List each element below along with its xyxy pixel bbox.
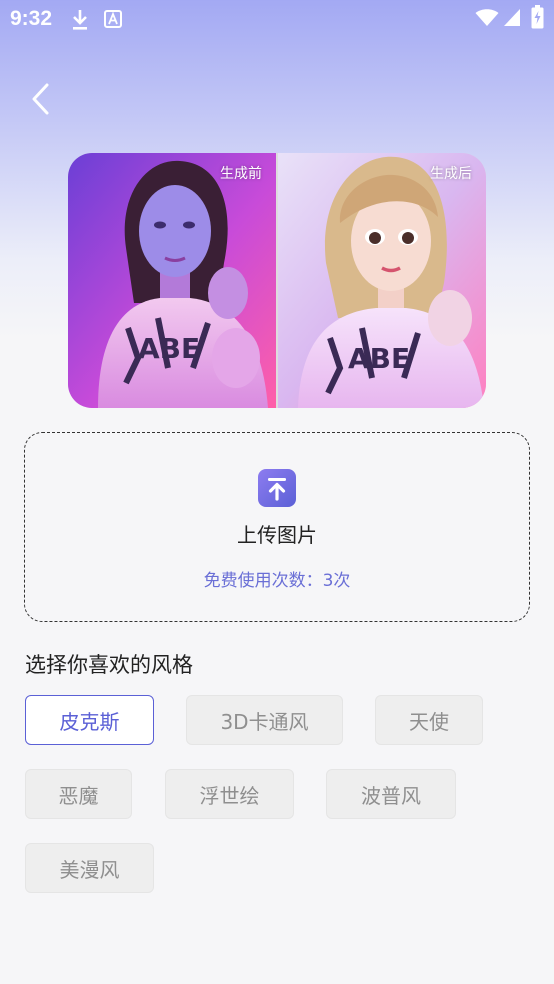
upload-title: 上传图片 — [237, 523, 317, 547]
style-chip-ukiyoe[interactable]: 浮世绘 — [165, 769, 294, 819]
status-bar: 9:32 — [0, 0, 554, 38]
style-section-title: 选择你喜欢的风格 — [25, 653, 193, 677]
wifi-icon — [475, 9, 499, 26]
before-label: 生成前 — [220, 166, 262, 182]
back-button[interactable] — [26, 80, 62, 120]
style-chip-label: 浮世绘 — [199, 783, 260, 808]
style-chip-pop-art[interactable]: 波普风 — [326, 769, 456, 819]
status-time: 9:32 — [10, 7, 53, 30]
style-chip-label: 皮克斯 — [59, 709, 120, 734]
before-after-preview: ABE 生成前 ABE 生成后 — [68, 153, 486, 408]
style-chip-label: 3D卡通风 — [220, 709, 309, 734]
style-chip-demon[interactable]: 恶魔 — [25, 769, 132, 819]
free-usage-count: 免费使用次数：3次 — [203, 571, 351, 591]
font-app-icon — [104, 10, 122, 28]
style-chip-pixar[interactable]: 皮克斯 — [25, 695, 154, 745]
upload-image-area[interactable]: 上传图片 免费使用次数：3次 — [24, 432, 530, 622]
svg-text:ABE: ABE — [138, 332, 200, 365]
style-chip-3d-cartoon[interactable]: 3D卡通风 — [186, 695, 343, 745]
battery-charging-icon — [531, 5, 544, 29]
svg-text:ABE: ABE — [348, 342, 410, 375]
style-chip-american-comic[interactable]: 美漫风 — [25, 843, 154, 893]
style-chip-label: 美漫风 — [59, 857, 120, 882]
upload-icon — [258, 469, 296, 507]
before-image: ABE 生成前 — [68, 153, 276, 408]
style-chip-label: 天使 — [409, 709, 449, 734]
after-label: 生成后 — [430, 166, 472, 182]
after-image: ABE 生成后 — [278, 153, 486, 408]
style-chip-label: 波普风 — [361, 783, 421, 808]
style-chip-angel[interactable]: 天使 — [375, 695, 483, 745]
style-chip-label: 恶魔 — [58, 783, 99, 808]
download-icon — [73, 10, 87, 30]
chevron-left-icon — [32, 83, 49, 115]
signal-icon — [504, 9, 520, 26]
